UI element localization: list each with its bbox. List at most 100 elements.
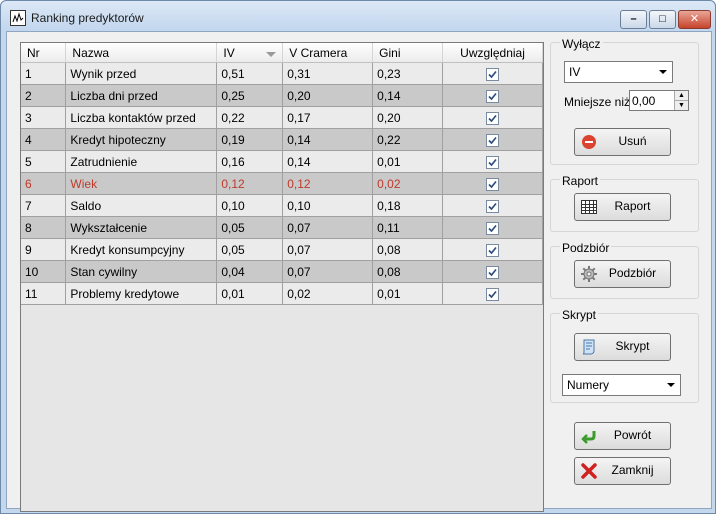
remove-button[interactable]: Usuń xyxy=(574,128,671,156)
cell-nr: 3 xyxy=(21,106,67,129)
column-header-nazwa[interactable]: Nazwa xyxy=(65,43,218,63)
table-row[interactable]: 2 Liczba dni przed 0,25 0,20 0,14 xyxy=(21,84,543,107)
threshold-input[interactable]: 0,00 ▲ ▼ xyxy=(629,90,689,111)
raport-group-label: Raport xyxy=(560,174,601,188)
chevron-down-icon xyxy=(667,383,675,387)
column-header-v-cramera[interactable]: V Cramera xyxy=(282,43,374,63)
include-checkbox[interactable] xyxy=(486,155,500,169)
script-button-label: Skrypt xyxy=(615,339,650,353)
include-checkbox[interactable] xyxy=(486,265,500,279)
client-area: Nr Nazwa IV V Cramera Gini Uwzględniaj 1… xyxy=(6,31,712,512)
cell-nr: 8 xyxy=(21,216,67,239)
cell-iv: 0,16 xyxy=(216,150,284,173)
cell-iv: 0,10 xyxy=(216,194,284,217)
threshold-spin-up[interactable]: ▲ xyxy=(674,91,688,101)
cell-gini: 0,22 xyxy=(372,128,444,151)
maximize-button[interactable]: □ xyxy=(649,10,676,29)
column-header-iv[interactable]: IV xyxy=(216,43,284,63)
minimize-icon: – xyxy=(630,13,637,25)
script-mode-select[interactable]: Numery xyxy=(562,374,681,396)
include-checkbox[interactable] xyxy=(486,199,500,213)
cell-v-cramera: 0,07 xyxy=(282,238,374,261)
cell-v-cramera: 0,07 xyxy=(282,216,374,239)
cell-nazwa: Wiek xyxy=(65,172,218,195)
include-checkbox[interactable] xyxy=(486,67,500,81)
cell-iv: 0,01 xyxy=(216,282,284,305)
cell-uwzgledniaj xyxy=(442,106,543,129)
cell-v-cramera: 0,14 xyxy=(282,150,374,173)
podzbior-group-label: Podzbiór xyxy=(560,241,612,255)
cell-gini: 0,01 xyxy=(372,150,444,173)
cell-gini: 0,01 xyxy=(372,282,444,305)
checkmark-icon xyxy=(488,158,497,166)
close-button[interactable]: Zamknij xyxy=(574,457,671,485)
table-row[interactable]: 1 Wynik przed 0,51 0,31 0,23 xyxy=(21,62,543,85)
close-icon: ✕ xyxy=(689,13,700,25)
cell-nazwa: Stan cywilny xyxy=(65,260,218,283)
cell-v-cramera: 0,02 xyxy=(282,282,374,305)
cell-nr: 11 xyxy=(21,282,67,305)
include-checkbox[interactable] xyxy=(486,221,500,235)
wylacz-metric-value: IV xyxy=(569,65,581,79)
include-checkbox[interactable] xyxy=(486,133,500,147)
cell-nr: 2 xyxy=(21,84,67,107)
cell-iv: 0,12 xyxy=(216,172,284,195)
column-header-uwzgledniaj[interactable]: Uwzględniaj xyxy=(442,43,543,63)
title-bar: Ranking predyktorów – □ ✕ xyxy=(1,1,715,31)
checkmark-icon xyxy=(488,224,497,232)
table-row[interactable]: 6 Wiek 0,12 0,12 0,02 xyxy=(21,172,543,195)
table-row[interactable]: 9 Kredyt konsumpcyjny 0,05 0,07 0,08 xyxy=(21,238,543,261)
checkmark-icon xyxy=(488,202,497,210)
minimize-button[interactable]: – xyxy=(620,10,647,29)
subset-button[interactable]: Podzbiór xyxy=(574,260,671,288)
maximize-icon: □ xyxy=(659,13,666,25)
cell-gini: 0,11 xyxy=(372,216,444,239)
cell-v-cramera: 0,10 xyxy=(282,194,374,217)
table-row[interactable]: 11 Problemy kredytowe 0,01 0,02 0,01 xyxy=(21,282,543,305)
column-header-iv-label: IV xyxy=(223,45,235,60)
column-header-nr[interactable]: Nr xyxy=(21,43,67,63)
threshold-spin-down[interactable]: ▼ xyxy=(674,101,688,110)
cell-v-cramera: 0,07 xyxy=(282,260,374,283)
table-row[interactable]: 7 Saldo 0,10 0,10 0,18 xyxy=(21,194,543,217)
cell-nazwa: Problemy kredytowe xyxy=(65,282,218,305)
report-button[interactable]: Raport xyxy=(574,193,671,221)
cell-uwzgledniaj xyxy=(442,194,543,217)
app-icon xyxy=(10,10,26,26)
cell-iv: 0,05 xyxy=(216,216,284,239)
table-row[interactable]: 5 Zatrudnienie 0,16 0,14 0,01 xyxy=(21,150,543,173)
cell-nazwa: Liczba kontaktów przed xyxy=(65,106,218,129)
table-row[interactable]: 4 Kredyt hipoteczny 0,19 0,14 0,22 xyxy=(21,128,543,151)
script-button[interactable]: Skrypt xyxy=(574,333,671,361)
ranking-window: Ranking predyktorów – □ ✕ Nr Nazwa IV V … xyxy=(0,0,716,514)
checkmark-icon xyxy=(488,70,497,78)
table-row[interactable]: 10 Stan cywilny 0,04 0,07 0,08 xyxy=(21,260,543,283)
include-checkbox[interactable] xyxy=(486,243,500,257)
cell-uwzgledniaj xyxy=(442,260,543,283)
back-button[interactable]: Powrót xyxy=(574,422,671,450)
include-checkbox[interactable] xyxy=(486,111,500,125)
close-window-button[interactable]: ✕ xyxy=(678,10,711,29)
table-row[interactable]: 8 Wykształcenie 0,05 0,07 0,11 xyxy=(21,216,543,239)
checkmark-icon xyxy=(488,114,497,122)
table-row[interactable]: 3 Liczba kontaktów przed 0,22 0,17 0,20 xyxy=(21,106,543,129)
checkmark-icon xyxy=(488,180,497,188)
checkmark-icon xyxy=(488,136,497,144)
remove-button-label: Usuń xyxy=(618,134,647,148)
table-header: Nr Nazwa IV V Cramera Gini Uwzględniaj xyxy=(21,43,543,63)
skrypt-group-label: Skrypt xyxy=(560,308,599,322)
checkmark-icon xyxy=(488,246,497,254)
cell-v-cramera: 0,20 xyxy=(282,84,374,107)
cell-nazwa: Wynik przed xyxy=(65,62,218,85)
sort-descending-icon xyxy=(266,51,277,57)
include-checkbox[interactable] xyxy=(486,177,500,191)
cell-gini: 0,23 xyxy=(372,62,444,85)
wylacz-metric-select[interactable]: IV xyxy=(564,61,673,83)
include-checkbox[interactable] xyxy=(486,89,500,103)
column-header-gini[interactable]: Gini xyxy=(372,43,444,63)
report-button-label: Raport xyxy=(614,199,651,213)
cell-nr: 5 xyxy=(21,150,67,173)
cell-uwzgledniaj xyxy=(442,128,543,151)
subset-button-label: Podzbiór xyxy=(608,266,657,280)
include-checkbox[interactable] xyxy=(486,287,500,301)
